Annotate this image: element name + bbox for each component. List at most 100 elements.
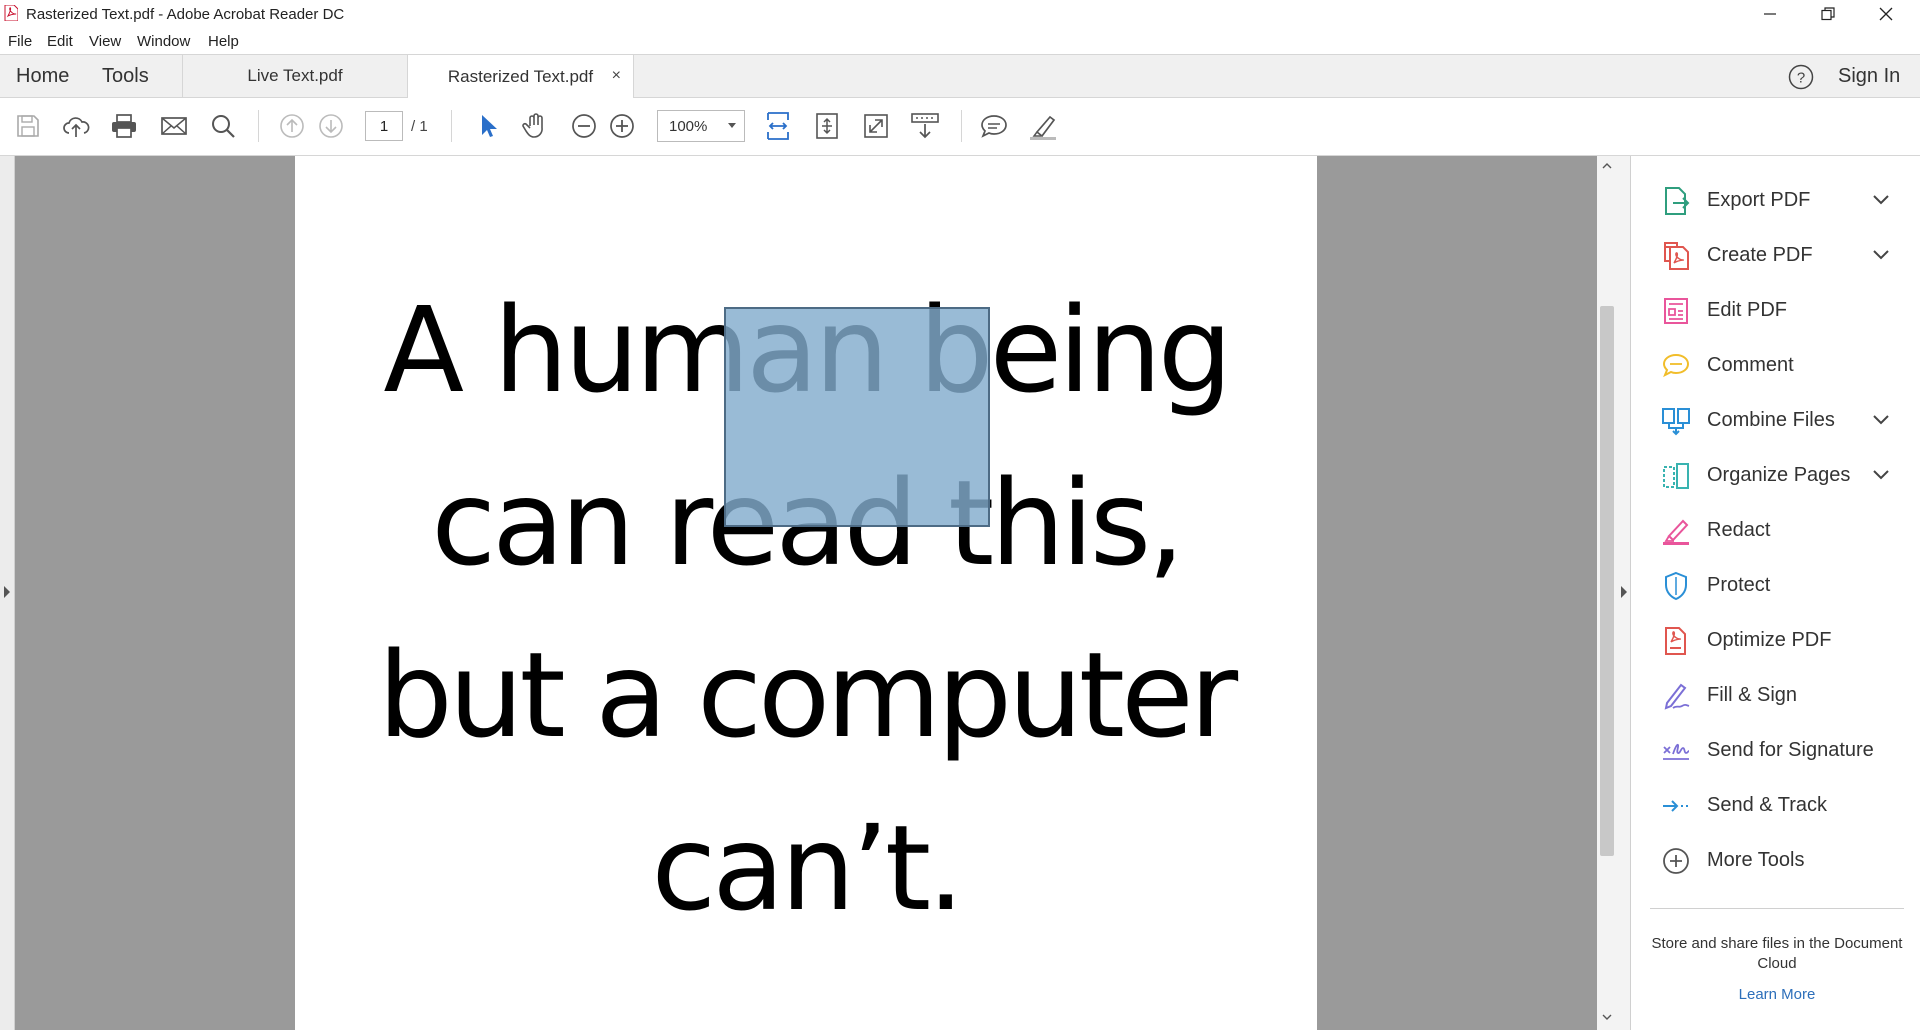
close-tab-button[interactable]: × bbox=[612, 67, 621, 85]
upload-button[interactable] bbox=[58, 108, 94, 144]
zoom-in-button[interactable] bbox=[604, 108, 640, 144]
fill-sign-icon bbox=[1664, 683, 1690, 710]
tab-home[interactable]: Home bbox=[16, 65, 69, 88]
print-button[interactable] bbox=[106, 108, 142, 144]
tool-label: Export PDF bbox=[1707, 189, 1811, 211]
help-button[interactable]: ? bbox=[1788, 64, 1814, 90]
redact-icon bbox=[1663, 519, 1689, 545]
document-view[interactable]: A human being can read this, but a compu… bbox=[15, 156, 1597, 1030]
chevron-down-icon[interactable] bbox=[1871, 247, 1891, 263]
minimize-button[interactable] bbox=[1742, 0, 1798, 28]
protect-icon bbox=[1665, 571, 1687, 601]
tool-optimize-pdf[interactable]: Optimize PDF bbox=[1631, 618, 1920, 664]
hand-tool-button[interactable] bbox=[518, 108, 554, 144]
menu-view[interactable]: View bbox=[89, 33, 121, 50]
restore-button[interactable] bbox=[1800, 0, 1856, 28]
chevron-down-icon[interactable] bbox=[1871, 192, 1891, 208]
next-page-button[interactable] bbox=[313, 108, 349, 144]
menu-edit[interactable]: Edit bbox=[47, 33, 73, 50]
tab-tools[interactable]: Tools bbox=[102, 65, 149, 88]
page-total: / 1 bbox=[411, 118, 428, 135]
tool-more-tools[interactable]: More Tools bbox=[1631, 838, 1920, 884]
tool-label: Create PDF bbox=[1707, 244, 1813, 266]
tool-protect[interactable]: Protect bbox=[1631, 563, 1920, 609]
select-tool-button[interactable] bbox=[470, 108, 506, 144]
menu-help[interactable]: Help bbox=[208, 33, 239, 50]
tool-create-pdf[interactable]: Create PDF bbox=[1631, 233, 1920, 279]
tool-label: More Tools bbox=[1707, 849, 1805, 871]
comment-button[interactable] bbox=[976, 108, 1012, 144]
tool-edit-pdf[interactable]: Edit PDF bbox=[1631, 288, 1920, 334]
save-button[interactable] bbox=[10, 108, 46, 144]
search-icon bbox=[212, 115, 235, 138]
svg-text:?: ? bbox=[1797, 70, 1805, 87]
zoom-value: 100% bbox=[669, 118, 708, 135]
highlight-button[interactable] bbox=[1025, 108, 1061, 144]
menu-file[interactable]: File bbox=[8, 33, 32, 50]
minimize-icon bbox=[1764, 13, 1776, 15]
select-tool-icon bbox=[482, 115, 497, 137]
pdf-page[interactable]: A human being can read this, but a compu… bbox=[295, 156, 1317, 1030]
scrollbar-thumb[interactable] bbox=[1600, 306, 1614, 856]
read-mode-icon bbox=[911, 113, 939, 139]
zoom-out-button[interactable] bbox=[566, 108, 602, 144]
help-icon: ? bbox=[1788, 64, 1814, 90]
learn-more-link[interactable]: Learn More bbox=[1650, 986, 1904, 1003]
send-track-icon bbox=[1663, 800, 1688, 812]
sign-in-button[interactable]: Sign In bbox=[1838, 65, 1900, 88]
fit-page-button[interactable] bbox=[809, 108, 845, 144]
chevron-down-icon bbox=[728, 123, 736, 128]
search-button[interactable] bbox=[205, 108, 241, 144]
tool-export-pdf[interactable]: Export PDF bbox=[1631, 178, 1920, 224]
comment-icon bbox=[981, 115, 1007, 138]
organize-pages-icon bbox=[1663, 463, 1689, 489]
selection-rectangle[interactable] bbox=[724, 307, 990, 527]
menu-bar: File Edit View Window Help bbox=[0, 28, 1920, 54]
zoom-out-icon bbox=[572, 114, 596, 138]
cloud-upload-icon bbox=[63, 117, 90, 137]
toolbar: / 1 100% bbox=[0, 98, 1920, 156]
chevron-down-icon[interactable] bbox=[1871, 467, 1891, 483]
email-button[interactable] bbox=[156, 108, 192, 144]
email-icon bbox=[161, 117, 187, 135]
left-pane-toggle-strip[interactable] bbox=[0, 156, 15, 1030]
tool-label: Organize Pages bbox=[1707, 464, 1851, 486]
right-pane-toggle-strip[interactable] bbox=[1617, 156, 1631, 1030]
fit-page-icon bbox=[816, 113, 838, 139]
read-mode-button[interactable] bbox=[907, 108, 943, 144]
tab-label: Live Text.pdf bbox=[247, 66, 343, 85]
tool-label: Combine Files bbox=[1707, 409, 1835, 431]
tab-rasterized-text[interactable]: Rasterized Text.pdf × bbox=[408, 55, 634, 99]
tool-send-for-signature[interactable]: Send for Signature bbox=[1631, 728, 1920, 774]
edit-pdf-icon bbox=[1664, 298, 1688, 324]
tool-send-track[interactable]: Send & Track bbox=[1631, 783, 1920, 829]
tool-organize-pages[interactable]: Organize Pages bbox=[1631, 453, 1920, 499]
page-number-input[interactable] bbox=[365, 111, 403, 141]
previous-page-button[interactable] bbox=[274, 108, 310, 144]
pane-divider bbox=[1650, 908, 1904, 909]
tool-fill-sign[interactable]: Fill & Sign bbox=[1631, 673, 1920, 719]
tool-redact[interactable]: Redact bbox=[1631, 508, 1920, 554]
scroll-up-icon[interactable] bbox=[1602, 162, 1612, 169]
close-window-button[interactable] bbox=[1858, 0, 1914, 28]
tab-live-text[interactable]: Live Text.pdf bbox=[182, 55, 408, 97]
previous-page-icon bbox=[280, 114, 304, 138]
print-icon bbox=[112, 114, 136, 138]
tool-comment[interactable]: Comment bbox=[1631, 343, 1920, 389]
tool-label: Send & Track bbox=[1707, 794, 1828, 816]
zoom-select[interactable]: 100% bbox=[657, 110, 745, 142]
menu-window[interactable]: Window bbox=[137, 33, 190, 50]
document-cloud-promo: Store and share files in the Document Cl… bbox=[1651, 935, 1903, 972]
document-line: but a computer bbox=[377, 626, 1238, 764]
scroll-down-icon[interactable] bbox=[1602, 1014, 1612, 1021]
full-screen-button[interactable] bbox=[858, 108, 894, 144]
full-screen-icon bbox=[864, 114, 888, 138]
hand-tool-icon bbox=[522, 113, 543, 138]
tools-pane: Export PDF Create PDF Edit PDF Comment C… bbox=[1631, 156, 1920, 1030]
tool-label: Protect bbox=[1707, 574, 1771, 596]
tool-combine-files[interactable]: Combine Files bbox=[1631, 398, 1920, 444]
fit-width-button[interactable] bbox=[760, 108, 796, 144]
optimize-pdf-icon bbox=[1665, 627, 1686, 655]
chevron-down-icon[interactable] bbox=[1871, 412, 1891, 428]
vertical-scrollbar[interactable] bbox=[1597, 156, 1617, 1030]
